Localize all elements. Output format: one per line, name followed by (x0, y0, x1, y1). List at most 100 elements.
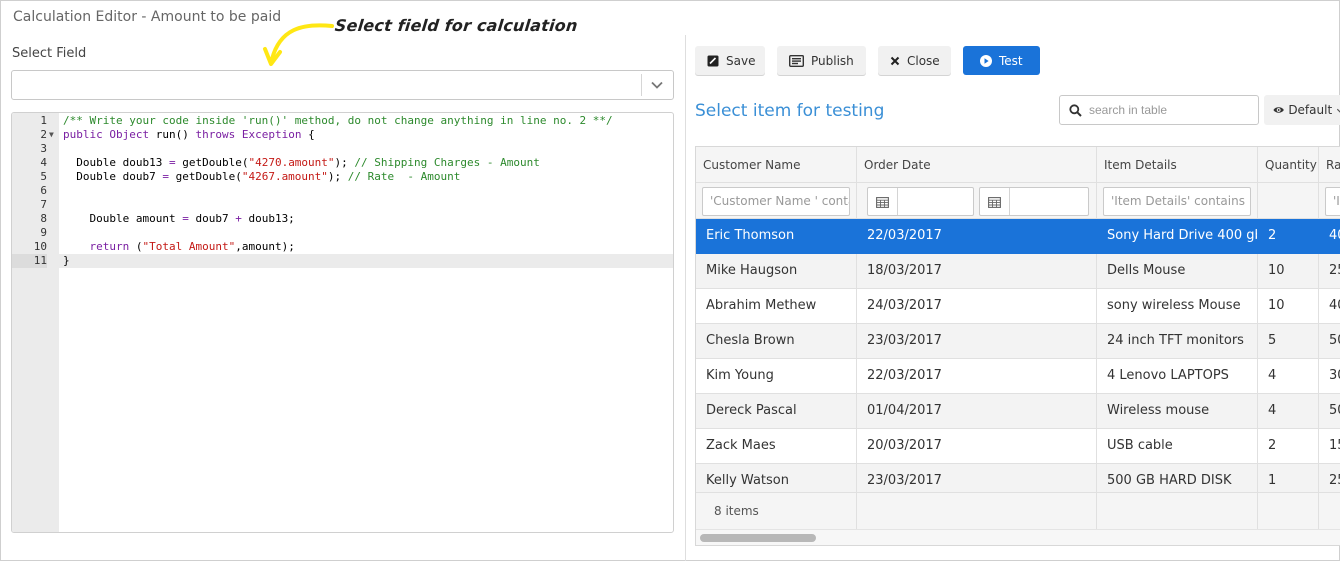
calendar-icon[interactable] (980, 188, 1010, 215)
column-header-rate[interactable]: Ra (1319, 147, 1340, 183)
testing-section-title: Select item for testing (695, 101, 885, 121)
code-line[interactable]: 4 Double doub13 = getDouble("4270.amount… (12, 156, 673, 170)
filter-customer-name-input[interactable]: 'Customer Name ' contai (702, 187, 850, 216)
cell-rate: 40 (1319, 219, 1340, 253)
calendar-icon[interactable] (868, 188, 898, 215)
table-search[interactable] (1059, 95, 1259, 125)
code-token: Exception (241, 128, 302, 141)
filter-item-details-input[interactable]: 'Item Details' contains (1103, 187, 1251, 216)
line-number: 9 (40, 226, 47, 239)
code-line[interactable]: 10 return ("Total Amount",amount); (12, 240, 673, 254)
cell-rate: 15 (1319, 429, 1340, 463)
code-token: run() (149, 128, 196, 141)
fold-arrow-icon[interactable]: ▼ (49, 128, 54, 142)
chevron-down-icon (1337, 108, 1340, 113)
code-token: = (162, 170, 169, 183)
line-number: 6 (40, 184, 47, 197)
code-line[interactable]: 1 /** Write your code inside 'run()' meth… (12, 114, 673, 128)
table-row[interactable]: Dereck Pascal01/04/2017Wireless mouse450 (696, 394, 1340, 429)
code-token: /** Write your code inside 'run()' metho… (63, 114, 613, 127)
search-input[interactable] (1089, 101, 1249, 119)
cell-item-details: 24 inch TFT monitors (1097, 324, 1258, 358)
publish-label: Publish (811, 53, 854, 68)
grid-footer-row: 8 items (696, 492, 1340, 530)
table-row[interactable]: Chesla Brown 23/03/2017 24 inch TFT monito… (696, 324, 1340, 359)
code-line[interactable]: 8 Double amount = doub7 + doub13; (12, 212, 673, 226)
code-token: public (63, 128, 110, 141)
code-line[interactable]: 5 Double doub7 = getDouble("4267.amount"… (12, 170, 673, 184)
cell-customer-name: Eric Thomson (696, 219, 857, 253)
cell-customer-name: Abrahim Methew (696, 289, 857, 323)
code-token: "4270.amount" (248, 156, 335, 169)
table-row[interactable]: Zack Maes20/03/2017USB cable215 (696, 429, 1340, 464)
publish-button[interactable]: Publish (777, 46, 866, 75)
filter-cell-customer: 'Customer Name ' contai (696, 183, 857, 219)
cell-quantity: 4 (1258, 359, 1319, 393)
table-row[interactable]: Mike Haugson18/03/2017Dells Mouse1025 (696, 254, 1340, 289)
column-header-quantity[interactable]: Quantity (1258, 147, 1319, 183)
code-line[interactable]: 11} (12, 254, 673, 268)
code-line[interactable]: 7 (12, 198, 673, 212)
cell-order-date: 22/03/2017 (857, 219, 1097, 253)
footer-cell (857, 493, 1097, 530)
filter-rate-input[interactable]: 'I (1325, 187, 1340, 216)
grid-filter-row: 'Customer Name ' contai 'Item Details' c… (696, 183, 1340, 219)
column-header-customer-name[interactable]: Customer Name (696, 147, 857, 183)
code-editor[interactable]: 1 /** Write your code inside 'run()' meth… (11, 112, 674, 533)
chevron-down-icon[interactable] (650, 78, 664, 92)
code-line[interactable]: 6 (12, 184, 673, 198)
save-label: Save (726, 53, 756, 68)
cell-item-details: Wireless mouse (1097, 394, 1258, 428)
annotation-label: Select field for calculation (334, 16, 579, 35)
cell-quantity: 10 (1258, 289, 1319, 323)
line-number: 7 (40, 198, 47, 211)
code-line[interactable]: 3 (12, 142, 673, 156)
select-field-dropdown[interactable] (11, 70, 674, 100)
code-token: = (168, 156, 176, 169)
scrollbar-thumb[interactable] (700, 534, 816, 542)
cell-order-date: 01/04/2017 (857, 394, 1097, 428)
cell-rate: 25 (1319, 254, 1340, 288)
code-text: } (63, 254, 70, 268)
cell-customer-name: Dereck Pascal (696, 394, 857, 428)
cell-quantity: 10 (1258, 254, 1319, 288)
cell-order-date: 22/03/2017 (857, 359, 1097, 393)
line-number: 3 (40, 142, 47, 155)
line-number: 4 (40, 156, 47, 169)
play-circle-icon (980, 54, 992, 67)
filter-date-to[interactable] (979, 187, 1089, 216)
line-number: 8 (40, 212, 47, 225)
code-token: throws (195, 128, 236, 141)
code-token: Double doub13 (63, 156, 169, 169)
code-token: } (63, 254, 70, 267)
code-token: ,amount); (235, 240, 295, 253)
filter-cell-quantity (1258, 183, 1319, 219)
code-text: Double doub13 = getDouble("4270.amount")… (63, 156, 540, 170)
cell-rate: 30 (1319, 359, 1340, 393)
code-token: doub13; (241, 212, 295, 225)
save-icon (707, 55, 719, 66)
cell-order-date: 18/03/2017 (857, 254, 1097, 288)
column-header-item-details[interactable]: Item Details (1097, 147, 1258, 183)
horizontal-scrollbar[interactable] (696, 529, 1340, 545)
cell-quantity: 2 (1258, 219, 1319, 253)
save-button[interactable]: Save (695, 46, 765, 75)
table-row[interactable]: Abrahim Methew 24/03/2017 sony wireless Mo… (696, 289, 1340, 324)
code-line[interactable]: 9 (12, 226, 673, 240)
filter-date-from[interactable] (867, 187, 974, 216)
eye-icon (1273, 107, 1284, 113)
view-selector-button[interactable]: Default (1264, 95, 1340, 125)
table-row[interactable]: Eric Thomson 22/03/2017 Sony Hard Drive 40… (696, 219, 1340, 254)
column-header-order-date[interactable]: Order Date (857, 147, 1097, 183)
table-row[interactable]: Kim Young22/03/20174 Lenovo LAPTOPS430 (696, 359, 1340, 394)
filter-cell-order-date (857, 183, 1097, 219)
code-line[interactable]: 2 ▼ public Object run() throws Exception { (12, 128, 673, 142)
code-token: + (235, 212, 242, 225)
code-token: "4267.amount" (241, 170, 328, 183)
cell-quantity: 5 (1258, 324, 1319, 358)
test-button[interactable]: Test (963, 46, 1040, 75)
panel-divider (685, 35, 686, 561)
close-button[interactable]: Close (878, 46, 951, 75)
cell-rate: 50 (1319, 394, 1340, 428)
